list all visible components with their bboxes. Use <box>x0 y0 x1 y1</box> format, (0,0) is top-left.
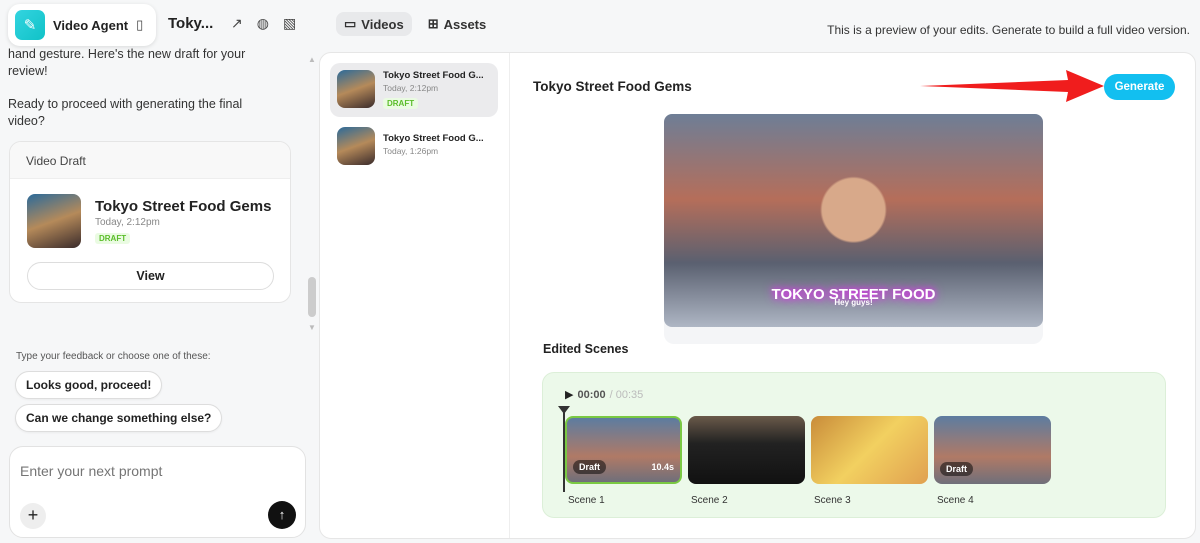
sidebar-toggle-icon[interactable]: ▯ <box>136 17 143 33</box>
scene-name: Scene 2 <box>691 495 728 506</box>
video-preview[interactable]: TOKYO STREET FOOD Hey guys! <box>664 114 1043 327</box>
total-time: / 00:35 <box>609 388 644 401</box>
suggestion-chip[interactable]: Looks good, proceed! <box>15 371 163 399</box>
video-time: Today, 1:26pm <box>383 146 439 156</box>
draft-badge: DRAFT <box>383 98 419 109</box>
video-list-item[interactable]: Tokyo Street Food G... Today, 2:12pm DRAFT <box>330 63 498 117</box>
current-time: 00:00 <box>577 388 606 401</box>
tab-videos[interactable]: ▭ Videos <box>336 12 412 36</box>
red-arrow-annotation <box>920 70 1104 102</box>
video-camera-icon: ▭ <box>344 16 357 31</box>
view-button[interactable]: View <box>27 262 274 290</box>
edited-scenes-heading: Edited Scenes <box>543 342 629 356</box>
video-thumbnail <box>337 127 375 165</box>
layout-icon[interactable]: ▧ <box>283 15 296 32</box>
draft-time: Today, 2:12pm <box>95 217 160 228</box>
video-list-item[interactable]: Tokyo Street Food G... Today, 1:26pm <box>330 120 498 174</box>
tab-assets[interactable]: ⊞ Assets <box>420 12 495 36</box>
globe-icon[interactable]: ◍ <box>257 15 269 32</box>
video-thumbnail <box>337 70 375 108</box>
app-brand: ✎ Video Agent ▯ <box>8 4 156 46</box>
suggestion-chip[interactable]: Can we change something else? <box>15 404 223 432</box>
video-list: Tokyo Street Food G... Today, 2:12pm DRAFT… <box>320 53 510 538</box>
preview-title: Tokyo Street Food Gems <box>533 79 692 94</box>
scene-clip[interactable] <box>688 416 805 484</box>
draft-title: Tokyo Street Food Gems <box>95 198 272 215</box>
send-button[interactable]: ↑ <box>268 501 296 529</box>
chat-scrollbar[interactable]: ▲ ▼ <box>308 55 316 335</box>
suggest-label: Type your feedback or choose one of thes… <box>16 351 211 362</box>
video-caption: Hey guys! <box>834 298 873 307</box>
draft-badge: DRAFT <box>95 233 131 244</box>
scene-duration: 10.4s <box>651 462 674 472</box>
scene-timeline: ▶ 00:00 / 00:35 Draft 10.4s Draft Scene 1… <box>542 372 1166 518</box>
tab-label: Assets <box>443 16 487 32</box>
video-time: Today, 2:12pm <box>383 83 439 93</box>
scene-name: Scene 1 <box>568 495 605 506</box>
play-icon[interactable]: ▶ <box>565 388 573 401</box>
project-title[interactable]: Toky... <box>168 15 213 32</box>
chat-message: hand gesture. Here's the new draft for y… <box>8 47 246 78</box>
wand-icon: ✎ <box>15 10 45 40</box>
assets-icon: ⊞ <box>427 16 439 31</box>
scene-clip[interactable] <box>811 416 928 484</box>
chat-message: Ready to proceed with generating the fin… <box>8 97 243 128</box>
app-name: Video Agent <box>53 17 129 33</box>
video-title: Tokyo Street Food G... <box>383 133 484 144</box>
external-link-icon[interactable]: ↗ <box>231 15 243 32</box>
draft-thumbnail <box>27 194 81 248</box>
scene-clip[interactable]: Draft 10.4s <box>565 416 682 484</box>
draft-badge: Draft <box>940 462 974 476</box>
scene-name: Scene 4 <box>937 495 974 506</box>
video-draft-card: Video Draft Tokyo Street Food Gems Today… <box>9 141 291 303</box>
scene-clip[interactable]: Draft <box>934 416 1051 484</box>
tab-label: Videos <box>361 16 404 32</box>
card-header: Video Draft <box>10 142 290 179</box>
draft-badge: Draft <box>573 460 607 474</box>
prompt-input[interactable] <box>20 463 290 479</box>
prompt-box: + ↑ <box>9 446 306 538</box>
scene-name: Scene 3 <box>814 495 851 506</box>
video-title: Tokyo Street Food G... <box>383 70 484 81</box>
preview-note: This is a preview of your edits. Generat… <box>827 23 1190 37</box>
add-button[interactable]: + <box>20 503 46 529</box>
generate-button[interactable]: Generate <box>1104 74 1175 100</box>
